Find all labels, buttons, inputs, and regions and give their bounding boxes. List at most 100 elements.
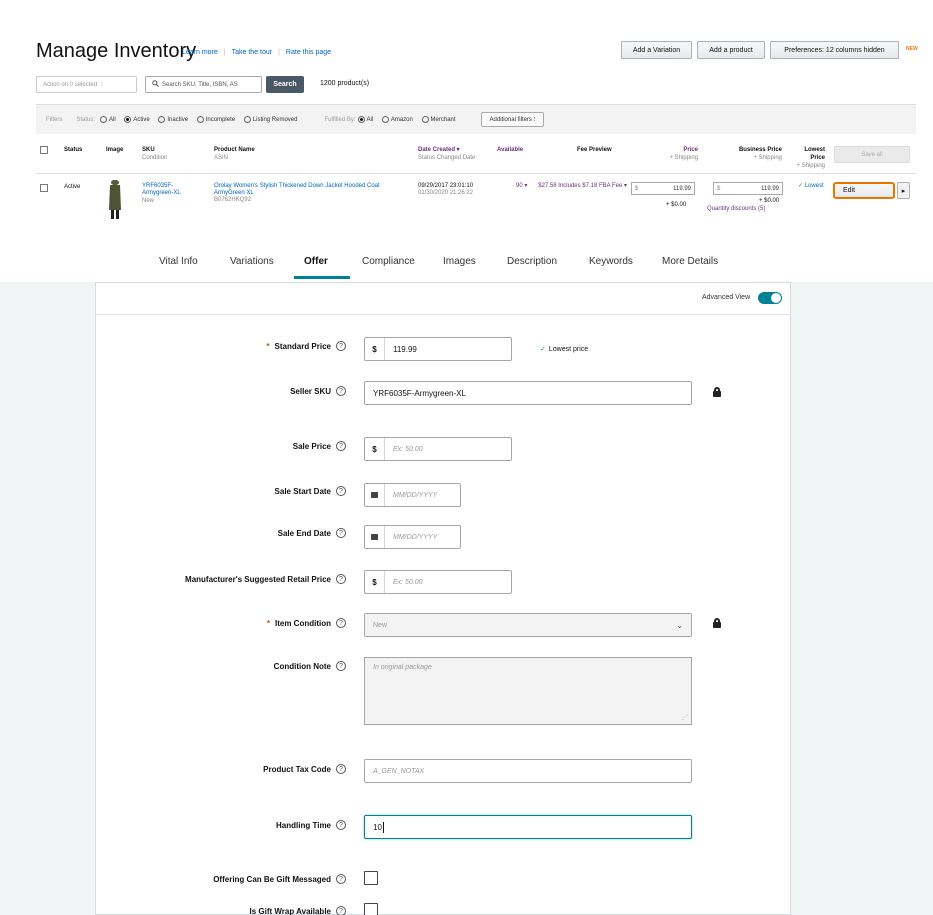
additional-filters-button[interactable]: Additional filters ⁝: [480, 112, 545, 127]
row-business-shipping: + $0.00: [759, 198, 780, 204]
row-sku-link[interactable]: YRF6035F-Armygreen-XL: [142, 183, 186, 197]
save-all-button[interactable]: Save all: [834, 146, 910, 163]
col-date-created[interactable]: Date Created ▾ Status Changed Date: [418, 146, 475, 162]
row-price-input[interactable]: $119.99: [631, 182, 695, 195]
rate-page-link[interactable]: Rate this page: [286, 49, 331, 56]
standard-price-value: 119.99: [393, 344, 417, 354]
calendar-icon[interactable]: [365, 484, 385, 506]
link-separator: |: [278, 49, 280, 56]
row-date-created: 09/29/2017 23:01:10: [418, 183, 474, 189]
radio-fulfilled-all[interactable]: [357, 115, 365, 123]
col-price[interactable]: Price + Shipping: [658, 146, 698, 162]
help-icon: ?: [336, 486, 346, 496]
sale-end-date-input[interactable]: MM/DD/YYYY: [364, 525, 461, 549]
table-row: Active YRF6035F-Armygreen-XL New Orolay …: [36, 176, 916, 226]
row-business-price-input[interactable]: $119.99: [713, 182, 783, 195]
radio-status-removed[interactable]: [243, 115, 251, 123]
standard-price-input[interactable]: $ 119.99: [364, 337, 512, 361]
row-checkbox[interactable]: [40, 184, 48, 195]
col-fee-preview: Fee Preview: [577, 147, 612, 153]
tab-images[interactable]: Images: [443, 256, 476, 267]
status-filter-label: Status:: [76, 116, 96, 123]
calendar-icon[interactable]: [365, 526, 385, 548]
help-icon: ?: [336, 441, 346, 451]
item-condition-select[interactable]: New ⌄: [364, 613, 692, 637]
row-product-name-link[interactable]: Orolay Women's Stylish Thickened Down Ja…: [214, 183, 410, 197]
col-sku[interactable]: SKU Condition: [142, 146, 167, 162]
search-icon: [152, 80, 159, 89]
search-input[interactable]: Search SKU, Title, ISBN, AS: [145, 76, 262, 93]
gift-message-checkbox[interactable]: [364, 871, 378, 885]
sale-start-date-input[interactable]: MM/DD/YYYY: [364, 483, 461, 507]
tab-compliance[interactable]: Compliance: [362, 256, 415, 267]
edit-button[interactable]: Edit: [833, 182, 895, 199]
seller-sku-input[interactable]: YRF6035F-Armygreen-XL: [364, 381, 692, 405]
msrp-input[interactable]: $ Ex: 50.00: [364, 570, 512, 594]
col-available[interactable]: Available: [497, 146, 523, 154]
add-product-button[interactable]: Add a product: [697, 41, 765, 59]
form-topbar: [95, 282, 791, 315]
row-asin: B0762HKQ92: [214, 197, 252, 203]
radio-label: Incomplete: [205, 117, 236, 124]
col-image: Image: [106, 147, 124, 153]
quantity-discounts-link[interactable]: Quantity discounts (5): [707, 206, 765, 213]
radio-label: Inactive: [167, 117, 189, 124]
new-badge: NEW: [906, 46, 918, 52]
tab-description[interactable]: Description: [507, 256, 557, 267]
tax-code-placeholder: A_GEN_NOTAX: [373, 767, 425, 775]
radio-status-all[interactable]: [100, 115, 108, 123]
tab-more-details[interactable]: More Details: [662, 256, 718, 267]
chevron-down-icon[interactable]: ▸: [897, 182, 910, 199]
filters-bar: Filters Status: All Active Inactive Inco…: [36, 104, 916, 134]
currency-symbol: $: [365, 338, 385, 360]
sale-price-input[interactable]: $ Ex: 50.00: [364, 437, 512, 461]
radio-label: Merchant: [430, 117, 456, 124]
filters-label: Filters: [46, 116, 63, 123]
gift-wrap-label: Is Gift Wrap Available?: [249, 906, 346, 915]
link-separator: |: [223, 49, 226, 56]
radio-fulfilled-amazon[interactable]: [381, 115, 389, 123]
take-tour-link[interactable]: Take the tour: [232, 49, 272, 56]
radio-label: Amazon: [390, 117, 413, 124]
condition-note-textarea[interactable]: In original package ⋰: [364, 657, 692, 725]
col-status[interactable]: Status: [64, 146, 82, 154]
radio-status-inactive[interactable]: [158, 115, 166, 123]
help-icon: ?: [336, 386, 346, 396]
col-business-price[interactable]: Business Price + Shipping: [726, 146, 782, 162]
date-placeholder: MM/DD/YYYY: [393, 533, 438, 541]
add-variation-button[interactable]: Add a Variation: [621, 41, 692, 59]
gift-message-label: Offering Can Be Gift Messaged?: [213, 874, 346, 884]
product-tax-code-input[interactable]: A_GEN_NOTAX: [364, 759, 692, 783]
row-lowest: ✓ Lowest: [798, 183, 824, 189]
check-icon: ✓: [798, 183, 804, 189]
seller-sku-label: Seller SKU?: [290, 386, 346, 396]
tab-variations[interactable]: Variations: [230, 256, 274, 267]
bulk-action-label: Action on 0 selected: [43, 81, 98, 88]
handling-time-input[interactable]: 10: [364, 815, 692, 839]
learn-more-link[interactable]: Learn more: [182, 49, 218, 56]
row-fee-preview[interactable]: $27.58 Includes $7.18 FBA Fee ▾: [535, 183, 627, 190]
fulfilled-filter-group: All Amazon Merchant: [356, 115, 461, 124]
preferences-button[interactable]: Preferences: 12 columns hidden: [770, 41, 899, 59]
resize-handle-icon[interactable]: ⋰: [682, 714, 688, 721]
bulk-action-select[interactable]: Action on 0 selected ⁝: [36, 76, 137, 93]
additional-filters-label: Additional filters: [489, 117, 532, 123]
tab-offer[interactable]: Offer: [304, 256, 328, 267]
select-all-checkbox[interactable]: [40, 146, 48, 157]
radio-status-active[interactable]: [124, 115, 132, 123]
help-icon: ?: [336, 341, 346, 351]
item-condition-label: * Item Condition?: [267, 618, 346, 628]
lock-icon: [713, 618, 721, 628]
row-available[interactable]: 90 ▾: [516, 183, 527, 190]
search-button[interactable]: Search: [266, 76, 304, 93]
advanced-view-toggle[interactable]: [758, 292, 782, 304]
header-links: Learn more | Take the tour | Rate this p…: [182, 49, 331, 56]
col-product-name[interactable]: Product Name ASIN: [214, 146, 255, 162]
check-icon: ✓: [540, 346, 546, 353]
radio-status-incomplete[interactable]: [196, 115, 204, 123]
product-thumbnail[interactable]: [108, 180, 122, 223]
tab-vital-info[interactable]: Vital Info: [159, 256, 198, 267]
radio-fulfilled-merchant[interactable]: [421, 115, 429, 123]
gift-wrap-checkbox[interactable]: [364, 903, 378, 915]
tab-keywords[interactable]: Keywords: [589, 256, 633, 267]
